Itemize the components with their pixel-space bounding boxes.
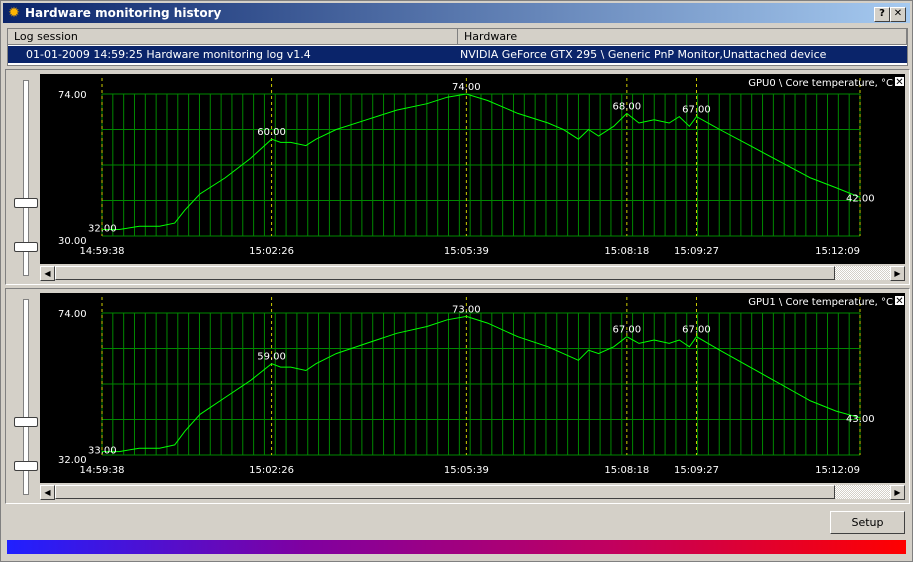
gpu0-graph-panel: 74.00 30.00 14:59:38 15:02:26 15:05:39 15:08:… xyxy=(5,69,910,285)
x-tick-label: 15:02:26 xyxy=(249,246,294,257)
x-tick-label: 15:09:27 xyxy=(674,246,719,257)
scroll-right-button[interactable]: ▶ xyxy=(890,485,905,500)
marker-value-label: 32.00 xyxy=(88,224,117,235)
scroll-track[interactable] xyxy=(835,485,890,499)
close-icon: ✕ xyxy=(895,77,903,88)
gpu0-horizontal-scrollbar[interactable]: ◀ ▶ xyxy=(40,266,905,281)
marker-value-label: 67.00 xyxy=(682,105,711,116)
scroll-right-button[interactable]: ▶ xyxy=(890,266,905,281)
x-tick-label: 14:59:38 xyxy=(80,465,125,476)
column-header-log-session[interactable]: Log session xyxy=(8,29,458,45)
marker-value-label: 42.00 xyxy=(846,193,875,204)
x-tick-label: 15:05:39 xyxy=(444,465,489,476)
hardware-monitoring-history-window: ✹ Hardware monitoring history ? ✕ Log se… xyxy=(0,0,913,562)
window-title: Hardware monitoring history xyxy=(25,6,222,20)
marker-value-label: 74.00 xyxy=(452,82,481,93)
gpu0-temperature-graph[interactable]: 74.00 30.00 14:59:38 15:02:26 15:05:39 15:08:… xyxy=(40,74,905,264)
column-header-hardware[interactable]: Hardware xyxy=(458,29,907,45)
marker-value-label: 73.00 xyxy=(452,304,481,315)
scroll-thumb[interactable] xyxy=(55,485,835,499)
gpu1-temperature-graph[interactable]: 74.00 32.00 14:59:38 15:02:26 15:05:39 15:08:… xyxy=(40,293,905,483)
x-tick-label: 15:08:18 xyxy=(604,246,649,257)
close-icon: ✕ xyxy=(895,296,903,307)
gpu0-min-slider-thumb[interactable] xyxy=(14,242,38,252)
y-axis-max-label: 74.00 xyxy=(58,309,87,320)
x-tick-label: 15:09:27 xyxy=(674,465,719,476)
log-session-table: Log session Hardware 01-01-2009 14:59:25… xyxy=(7,28,908,66)
x-tick-label: 14:59:38 xyxy=(80,246,125,257)
gpu1-graph-panel: 74.00 32.00 14:59:38 15:02:26 15:05:39 15:08:… xyxy=(5,288,910,504)
gpu1-min-slider-thumb[interactable] xyxy=(14,461,38,471)
graph-title: GPU1 \ Core temperature, °C xyxy=(748,297,893,308)
x-tick-label: 15:12:09 xyxy=(815,246,860,257)
marker-value-label: 67.00 xyxy=(682,325,711,336)
gpu1-chart-svg: 74.0032.0014:59:38 15:02:26 15:05:39 15:08:… xyxy=(58,296,904,476)
marker-value-label: 67.00 xyxy=(613,325,642,336)
graph-title: GPU0 \ Core temperature, °C xyxy=(748,78,893,89)
setup-button[interactable]: Setup xyxy=(830,511,905,534)
gear-icon: ✹ xyxy=(8,5,20,21)
table-row[interactable]: 01-01-2009 14:59:25 Hardware monitoring … xyxy=(8,46,907,63)
marker-value-label: 43.00 xyxy=(846,414,875,425)
scroll-left-button[interactable]: ◀ xyxy=(40,485,55,500)
scroll-thumb[interactable] xyxy=(55,266,835,280)
gpu0-max-slider-thumb[interactable] xyxy=(14,198,38,208)
scroll-track[interactable] xyxy=(835,266,890,280)
marker-value-label: 60.00 xyxy=(257,127,286,138)
x-tick-label: 15:08:18 xyxy=(604,465,649,476)
scroll-left-button[interactable]: ◀ xyxy=(40,266,55,281)
marker-value-label: 68.00 xyxy=(613,101,642,112)
y-axis-max-label: 74.00 xyxy=(58,90,87,101)
title-bar: ✹ Hardware monitoring history ? ✕ xyxy=(3,3,910,23)
session-cell: 01-01-2009 14:59:25 Hardware monitoring … xyxy=(26,48,311,61)
x-tick-label: 15:12:09 xyxy=(815,465,860,476)
gpu0-chart-svg: 74.0030.0014:59:38 15:02:26 15:05:39 15:08:… xyxy=(58,77,904,257)
gpu1-max-slider-thumb[interactable] xyxy=(14,417,38,427)
hardware-cell: NVIDIA GeForce GTX 295 \ Generic PnP Mon… xyxy=(460,48,827,61)
close-button[interactable]: ✕ xyxy=(890,7,906,22)
marker-value-label: 59.00 xyxy=(257,352,286,363)
color-gradient-bar xyxy=(7,540,906,554)
marker-value-label: 33.00 xyxy=(88,446,117,457)
help-button[interactable]: ? xyxy=(874,7,890,22)
x-tick-label: 15:02:26 xyxy=(249,465,294,476)
gpu1-horizontal-scrollbar[interactable]: ◀ ▶ xyxy=(40,485,905,500)
x-tick-label: 15:05:39 xyxy=(444,246,489,257)
